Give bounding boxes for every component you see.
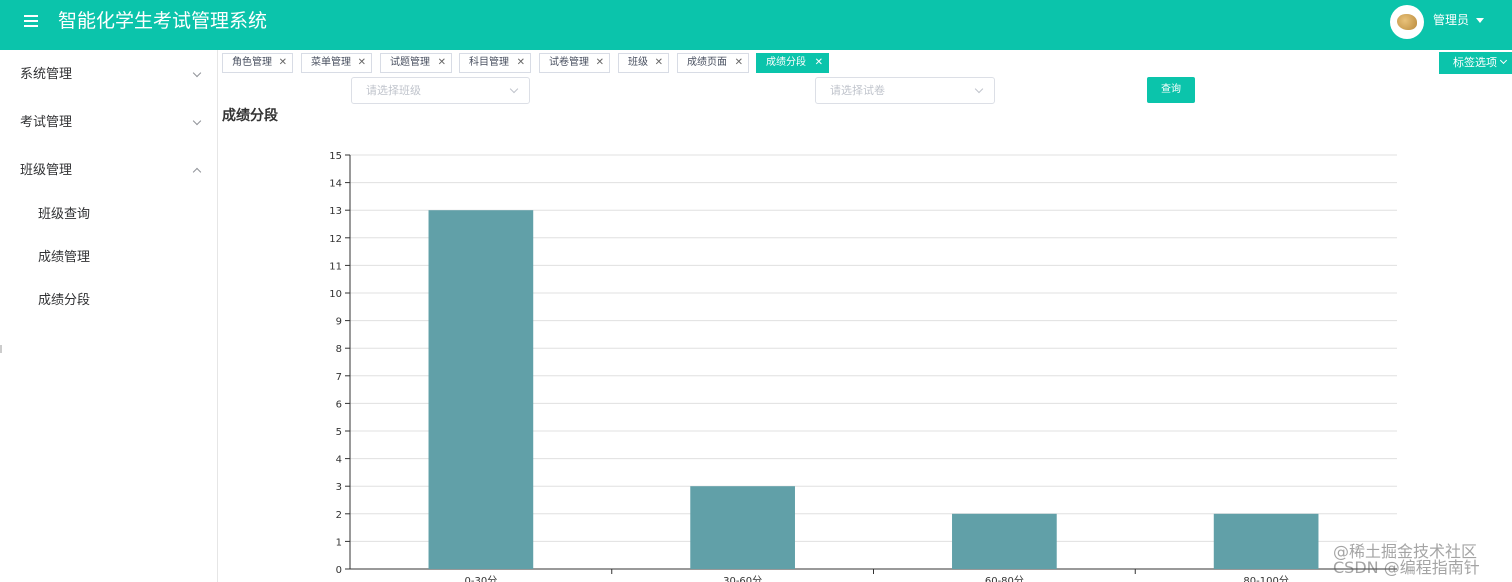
chevron-down-icon: [974, 84, 984, 94]
x-tick-label: 30-60分: [723, 575, 762, 582]
tab-question[interactable]: 试题管理 ✕: [380, 53, 452, 73]
chevron-down-icon: [1499, 56, 1508, 65]
score-segment-chart: 01234567891011121314150-30分 30-60分 60-80分 8…: [329, 151, 1397, 582]
sidebar: 系统管理 考试管理 班级管理 班级查询 成绩管理 成绩分段: [0, 50, 218, 582]
y-tick-label: 0: [336, 565, 342, 576]
class-select-placeholder: 请选择班级: [366, 84, 421, 97]
sidebar-group-label: 系统管理: [20, 67, 73, 82]
y-tick-label: 1: [336, 537, 342, 548]
tab-label: 科目管理: [469, 57, 509, 68]
query-button[interactable]: 查询: [1147, 77, 1195, 103]
page-title: 成绩分段: [222, 108, 278, 124]
app-header: 智能化学生考试管理系统 管理员: [0, 0, 1512, 50]
sidebar-group-label: 考试管理: [20, 115, 73, 130]
y-tick-label: 13: [329, 206, 342, 217]
sidebar-item-score-segment[interactable]: 成绩分段: [38, 292, 90, 310]
bar-80-100分: [1213, 513, 1319, 569]
avatar[interactable]: [1390, 5, 1424, 39]
tab-label: 角色管理: [232, 57, 272, 68]
resize-handle[interactable]: [0, 345, 2, 353]
bar-30-60分: [690, 486, 795, 569]
tab-subject[interactable]: 科目管理 ✕: [459, 53, 531, 73]
hamburger-icon[interactable]: [22, 12, 40, 30]
user-menu[interactable]: 管理员: [1433, 12, 1469, 28]
y-tick-label: 15: [329, 151, 342, 162]
close-icon[interactable]: ✕: [815, 54, 823, 72]
y-tick-label: 4: [336, 455, 342, 466]
y-tick-label: 5: [336, 427, 342, 438]
sidebar-group-label: 班级管理: [20, 163, 73, 178]
sidebar-group-exam[interactable]: 考试管理: [20, 114, 202, 132]
tab-label: 菜单管理: [311, 57, 351, 68]
tag-options-button[interactable]: 标签选项: [1439, 52, 1512, 74]
chevron-up-icon: [192, 167, 202, 177]
x-tick-label: 60-80分: [985, 575, 1024, 582]
tab-label: 试题管理: [390, 57, 430, 68]
app-title: 智能化学生考试管理系统: [58, 10, 268, 32]
close-icon[interactable]: ✕: [279, 54, 287, 72]
close-icon[interactable]: ✕: [655, 54, 663, 72]
paper-select[interactable]: 请选择试卷: [815, 77, 995, 104]
caret-down-icon[interactable]: [1476, 18, 1484, 23]
y-tick-label: 12: [329, 234, 342, 245]
close-icon[interactable]: ✕: [517, 54, 525, 72]
close-icon[interactable]: ✕: [596, 54, 604, 72]
y-tick-label: 11: [329, 261, 342, 272]
tag-options-label: 标签选项: [1453, 56, 1497, 69]
tab-paper[interactable]: 试卷管理 ✕: [539, 53, 610, 73]
chevron-down-icon: [192, 116, 202, 126]
x-tick-label: 0-30分: [465, 575, 498, 582]
y-tick-label: 3: [336, 482, 342, 493]
chevron-down-icon: [192, 68, 202, 78]
bar-0-30分: [428, 210, 534, 569]
tab-label: 成绩页面: [687, 57, 727, 68]
sidebar-item-class-query[interactable]: 班级查询: [38, 206, 90, 224]
close-icon[interactable]: ✕: [358, 54, 366, 72]
y-tick-label: 14: [329, 179, 342, 190]
y-tick-label: 8: [336, 344, 342, 355]
y-tick-label: 10: [329, 289, 342, 300]
sidebar-group-class[interactable]: 班级管理: [20, 162, 202, 180]
tab-score-page[interactable]: 成绩页面 ✕: [677, 53, 749, 73]
sidebar-group-system[interactable]: 系统管理: [20, 66, 202, 84]
bar-60-80分: [952, 513, 1057, 569]
tab-label: 班级: [628, 57, 648, 68]
tab-menu[interactable]: 菜单管理 ✕: [301, 53, 372, 73]
paper-select-placeholder: 请选择试卷: [830, 84, 885, 97]
tab-role[interactable]: 角色管理 ✕: [222, 53, 293, 73]
tab-label: 成绩分段: [766, 57, 806, 68]
y-tick-label: 9: [336, 317, 342, 328]
watermark-csdn: CSDN @编程指南针: [1333, 558, 1480, 577]
tab-score-segment[interactable]: 成绩分段 ✕: [756, 53, 829, 73]
sidebar-item-score-manage[interactable]: 成绩管理: [38, 249, 90, 267]
tab-class[interactable]: 班级 ✕: [618, 53, 669, 73]
tab-label: 试卷管理: [549, 57, 589, 68]
close-icon[interactable]: ✕: [735, 54, 743, 72]
y-tick-label: 7: [336, 372, 342, 383]
y-tick-label: 6: [336, 399, 342, 410]
close-icon[interactable]: ✕: [438, 54, 446, 72]
class-select[interactable]: 请选择班级: [351, 77, 530, 104]
chevron-down-icon: [509, 84, 519, 94]
x-tick-label: 80-100分: [1243, 575, 1288, 582]
y-tick-label: 2: [336, 510, 342, 521]
